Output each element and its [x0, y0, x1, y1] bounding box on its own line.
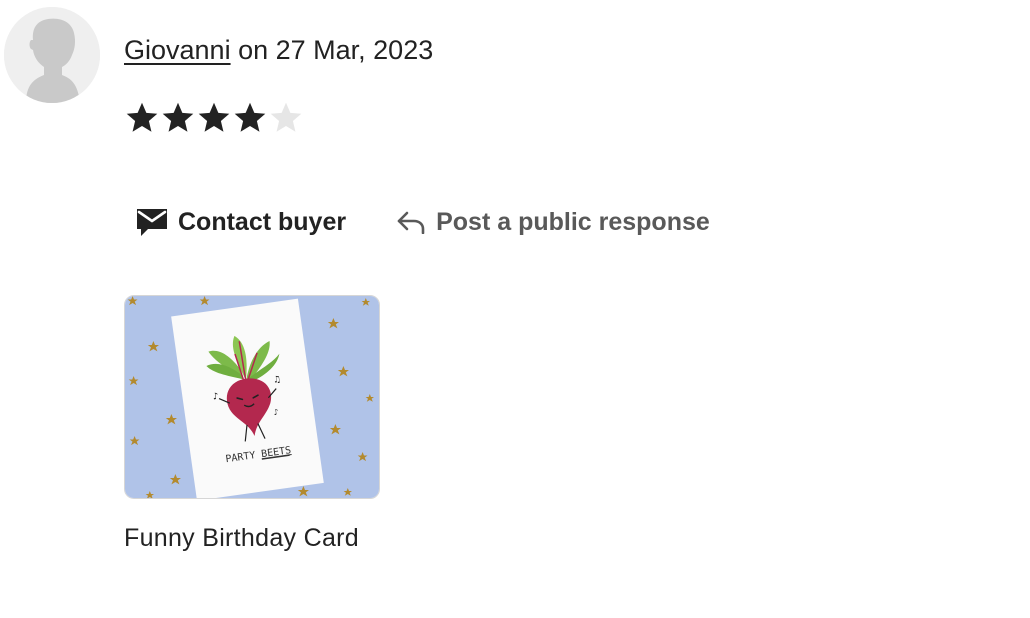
- greeting-card: ♪ ♫ ♪ PARTY BEETS: [171, 298, 324, 498]
- product-title-link[interactable]: Funny Birthday Card: [124, 521, 359, 555]
- reply-arrow-icon: [397, 211, 425, 234]
- date-prefix: on: [230, 35, 276, 65]
- star-rating: [124, 99, 304, 137]
- default-avatar-icon: [4, 7, 100, 103]
- svg-text:♫: ♫: [272, 375, 281, 386]
- review-card: Giovanni on 27 Mar, 2023 Contact buyer P…: [0, 0, 1030, 618]
- product-thumbnail[interactable]: ♪ ♫ ♪ PARTY BEETS: [124, 295, 380, 499]
- product-image: ♪ ♫ ♪ PARTY BEETS: [125, 296, 379, 498]
- contact-buyer-button[interactable]: Contact buyer: [136, 207, 346, 237]
- avatar[interactable]: [4, 7, 100, 103]
- post-public-response-button[interactable]: Post a public response: [396, 208, 710, 237]
- star-filled-icon: [126, 102, 158, 132]
- reviewer-name-link[interactable]: Giovanni: [124, 35, 231, 65]
- review-meta: Giovanni on 27 Mar, 2023: [124, 32, 433, 68]
- star-filled-icon: [234, 102, 266, 132]
- star-filled-icon: [162, 102, 194, 132]
- contact-buyer-label: Contact buyer: [178, 207, 347, 236]
- star-filled-icon: [198, 102, 230, 132]
- review-actions: Contact buyer Post a public response: [136, 200, 710, 244]
- envelope-chat-icon: [137, 209, 167, 236]
- post-public-response-label: Post a public response: [436, 207, 710, 236]
- star-empty-icon: [270, 102, 302, 132]
- review-date: 27 Mar, 2023: [275, 35, 434, 65]
